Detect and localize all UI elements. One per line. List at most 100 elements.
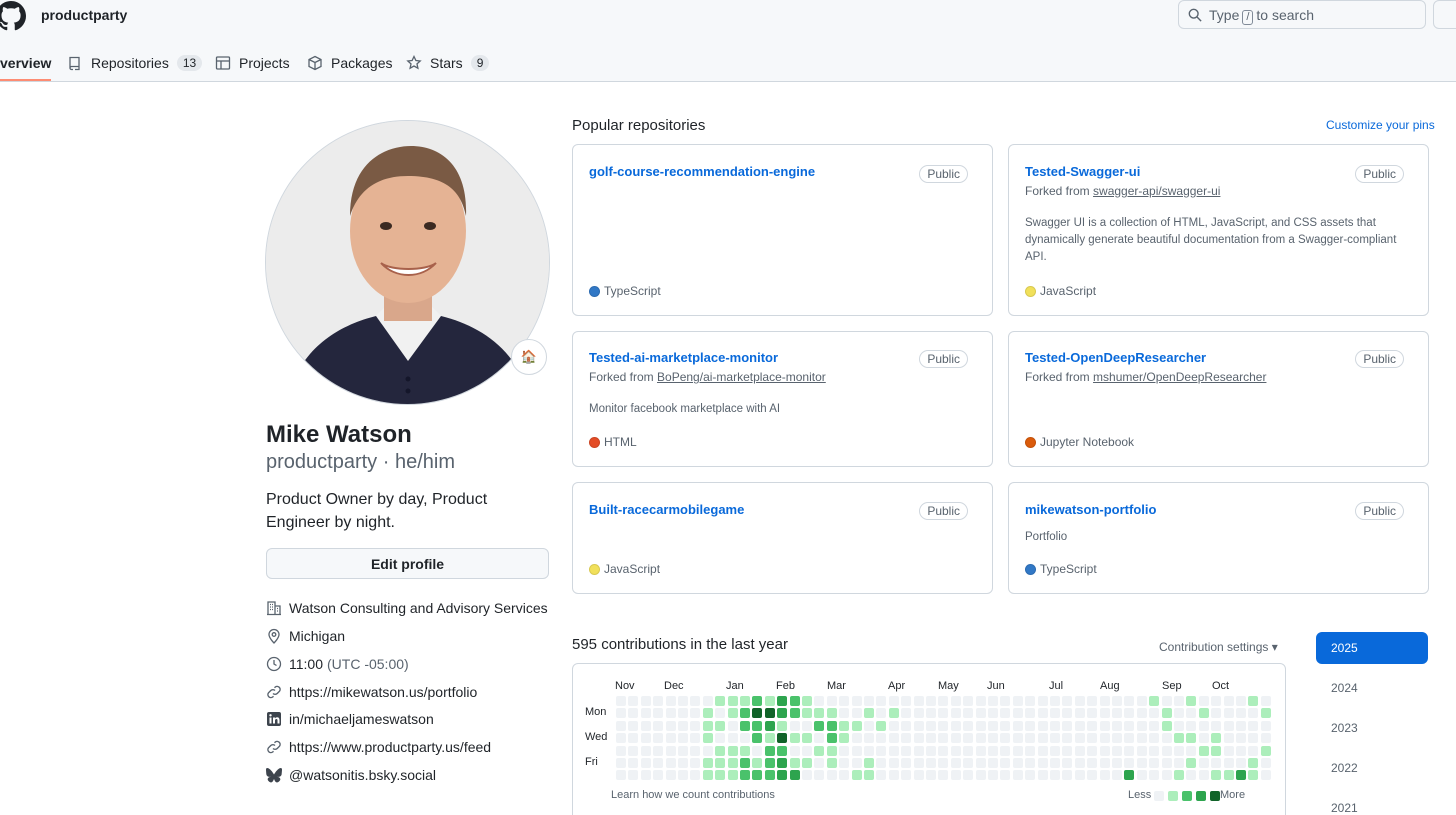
contribution-day-cell[interactable]	[938, 720, 949, 731]
contribution-day-cell[interactable]	[665, 720, 676, 731]
contribution-day-cell[interactable]	[851, 708, 862, 719]
contribution-day-cell[interactable]	[1149, 708, 1160, 719]
contribution-day-cell[interactable]	[628, 696, 639, 706]
contribution-day-cell[interactable]	[752, 696, 763, 706]
contribution-day-cell[interactable]	[876, 770, 887, 781]
contribution-day-cell[interactable]	[876, 733, 887, 744]
contribution-day-cell[interactable]	[1074, 770, 1085, 781]
contribution-day-cell[interactable]	[1050, 733, 1060, 744]
contribution-day-cell[interactable]	[740, 720, 750, 731]
search-input[interactable]: Type / to search	[1178, 0, 1426, 29]
contribution-day-cell[interactable]	[653, 708, 664, 719]
year-2021-button[interactable]: 2021	[1316, 792, 1428, 815]
contribution-day-cell[interactable]	[1236, 708, 1246, 719]
contribution-day-cell[interactable]	[1260, 733, 1271, 744]
contribution-day-cell[interactable]	[988, 708, 998, 719]
contribution-day-cell[interactable]	[1186, 745, 1197, 756]
contribution-day-cell[interactable]	[678, 745, 688, 756]
contribution-day-cell[interactable]	[1012, 720, 1023, 731]
contribution-day-cell[interactable]	[1000, 745, 1011, 756]
contribution-day-cell[interactable]	[826, 733, 837, 744]
repo-name-link[interactable]: Tested-Swagger-ui	[1025, 164, 1140, 179]
contribution-day-cell[interactable]	[802, 770, 812, 781]
contribution-day-cell[interactable]	[1186, 696, 1197, 706]
contribution-day-cell[interactable]	[1248, 720, 1259, 731]
contribution-day-cell[interactable]	[950, 770, 961, 781]
contribution-day-cell[interactable]	[690, 770, 701, 781]
contribution-day-cell[interactable]	[901, 720, 912, 731]
contribution-day-cell[interactable]	[702, 770, 713, 781]
contribution-day-cell[interactable]	[678, 758, 688, 768]
contribution-day-cell[interactable]	[690, 758, 701, 768]
contribution-day-cell[interactable]	[988, 770, 998, 781]
contribution-day-cell[interactable]	[764, 708, 775, 719]
contribution-day-cell[interactable]	[901, 696, 912, 706]
contribution-day-cell[interactable]	[764, 720, 775, 731]
contribution-day-cell[interactable]	[826, 696, 837, 706]
contribution-day-cell[interactable]	[1099, 708, 1110, 719]
contribution-day-cell[interactable]	[628, 720, 639, 731]
contribution-day-cell[interactable]	[814, 733, 825, 744]
contribution-day-cell[interactable]	[1211, 720, 1222, 731]
contribution-day-cell[interactable]	[975, 696, 986, 706]
contribution-day-cell[interactable]	[789, 745, 800, 756]
contribution-day-cell[interactable]	[876, 720, 887, 731]
contribution-day-cell[interactable]	[802, 758, 812, 768]
contribution-day-cell[interactable]	[963, 758, 974, 768]
contribution-day-cell[interactable]	[950, 696, 961, 706]
contribution-day-cell[interactable]	[752, 758, 763, 768]
contribution-day-cell[interactable]	[1186, 770, 1197, 781]
contribution-day-cell[interactable]	[1012, 696, 1023, 706]
contribution-day-cell[interactable]	[1025, 745, 1036, 756]
contribution-day-cell[interactable]	[1248, 758, 1259, 768]
contribution-day-cell[interactable]	[876, 708, 887, 719]
contribution-day-cell[interactable]	[1112, 720, 1122, 731]
contribution-day-cell[interactable]	[702, 696, 713, 706]
contribution-day-cell[interactable]	[628, 733, 639, 744]
contribution-day-cell[interactable]	[1062, 745, 1073, 756]
contribution-day-cell[interactable]	[938, 745, 949, 756]
contribution-day-cell[interactable]	[814, 758, 825, 768]
contribution-day-cell[interactable]	[1124, 745, 1135, 756]
contribution-day-cell[interactable]	[616, 770, 626, 781]
contribution-day-cell[interactable]	[1161, 745, 1172, 756]
contribution-day-cell[interactable]	[616, 733, 626, 744]
repo-name-link[interactable]: mikewatson-portfolio	[1025, 502, 1156, 517]
contribution-day-cell[interactable]	[926, 758, 936, 768]
contribution-day-cell[interactable]	[1062, 770, 1073, 781]
contribution-day-cell[interactable]	[640, 770, 651, 781]
contribution-day-cell[interactable]	[1260, 720, 1271, 731]
contribution-day-cell[interactable]	[740, 770, 750, 781]
contribution-day-cell[interactable]	[1223, 770, 1234, 781]
contribution-day-cell[interactable]	[653, 770, 664, 781]
contribution-day-cell[interactable]	[715, 720, 726, 731]
contribution-day-cell[interactable]	[1248, 745, 1259, 756]
contribution-day-cell[interactable]	[1248, 708, 1259, 719]
contribution-day-cell[interactable]	[653, 745, 664, 756]
contribution-day-cell[interactable]	[1087, 720, 1098, 731]
context-username[interactable]: productparty	[41, 7, 127, 23]
contribution-day-cell[interactable]	[901, 708, 912, 719]
contribution-day-cell[interactable]	[764, 745, 775, 756]
contribution-day-cell[interactable]	[826, 720, 837, 731]
contribution-day-cell[interactable]	[1161, 720, 1172, 731]
contribution-day-cell[interactable]	[802, 708, 812, 719]
contribution-day-cell[interactable]	[814, 708, 825, 719]
contribution-day-cell[interactable]	[789, 758, 800, 768]
contribution-day-cell[interactable]	[975, 770, 986, 781]
contribution-day-cell[interactable]	[963, 708, 974, 719]
contribution-day-cell[interactable]	[802, 720, 812, 731]
contribution-day-cell[interactable]	[988, 758, 998, 768]
contribution-day-cell[interactable]	[715, 733, 726, 744]
contribution-day-cell[interactable]	[1062, 758, 1073, 768]
contribution-day-cell[interactable]	[665, 733, 676, 744]
contribution-day-cell[interactable]	[1074, 745, 1085, 756]
contribution-day-cell[interactable]	[1149, 733, 1160, 744]
contribution-day-cell[interactable]	[628, 708, 639, 719]
contribution-day-cell[interactable]	[1025, 708, 1036, 719]
contribution-day-cell[interactable]	[1223, 745, 1234, 756]
contribution-day-cell[interactable]	[888, 720, 899, 731]
contribution-day-cell[interactable]	[777, 696, 788, 706]
year-2022-button[interactable]: 2022	[1316, 752, 1428, 784]
profile-feed-link[interactable]: https://www.productparty.us/feed	[266, 737, 491, 757]
